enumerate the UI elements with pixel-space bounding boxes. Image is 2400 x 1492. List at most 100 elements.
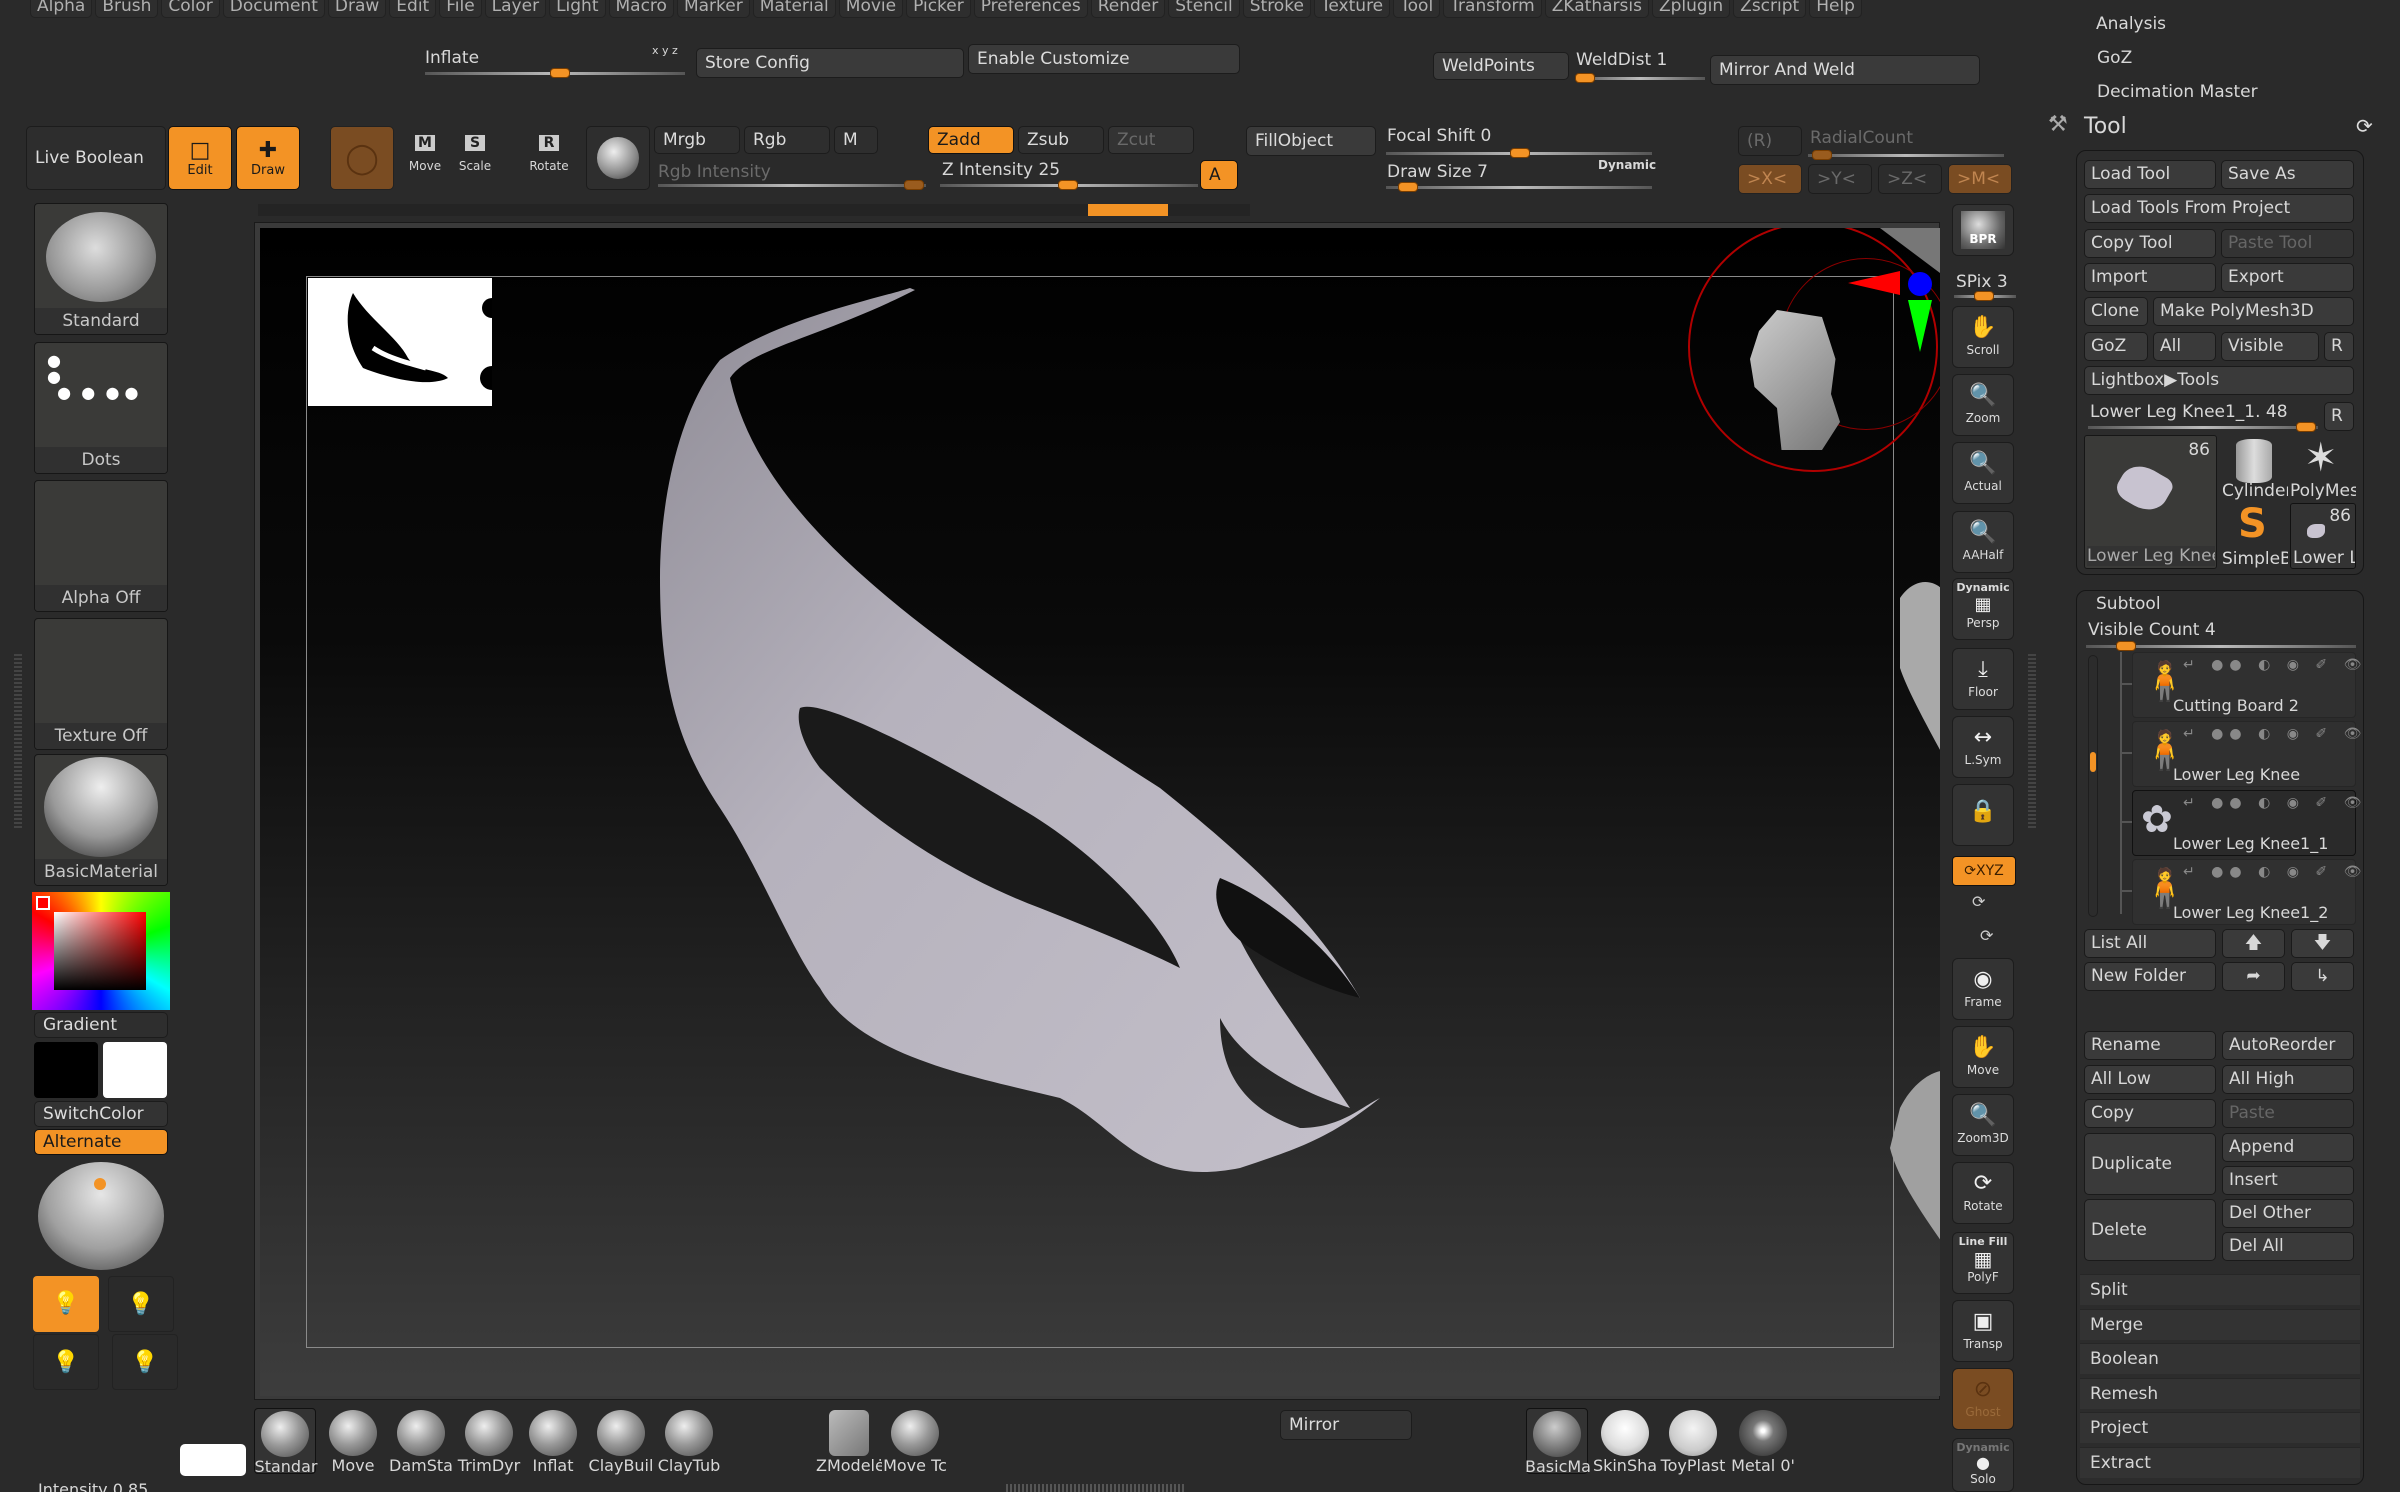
menu-marker[interactable]: Marker bbox=[676, 0, 750, 18]
subpalette-remesh[interactable]: Remesh bbox=[2080, 1377, 2360, 1409]
menu-render[interactable]: Render bbox=[1090, 0, 1166, 18]
gizmo-x-axis-icon[interactable] bbox=[1848, 271, 1900, 295]
all-low-button[interactable]: All Low bbox=[2084, 1065, 2216, 1094]
subpalette-project[interactable]: Project bbox=[2080, 1412, 2360, 1443]
subtool-scroll-thumb[interactable] bbox=[2090, 752, 2096, 772]
zmodeler-shelf-item[interactable]: Move Tc bbox=[883, 1408, 947, 1475]
menu-picker[interactable]: Picker bbox=[906, 0, 971, 18]
load-tools-from-project-button[interactable]: Load Tools From Project bbox=[2084, 194, 2354, 223]
move-down-button[interactable]: 🡇 bbox=[2291, 929, 2354, 958]
document-canvas[interactable] bbox=[260, 228, 1940, 1396]
draw-button[interactable]: ✚ Draw bbox=[236, 126, 300, 190]
subpalette-split[interactable]: Split bbox=[2080, 1274, 2360, 1305]
radial-count-slider[interactable] bbox=[1808, 150, 2004, 160]
y-rotate-button[interactable]: ⟳ bbox=[1972, 892, 1985, 911]
active-document-tab[interactable] bbox=[1088, 204, 1168, 216]
tool-thumb-cylinder[interactable]: Cylinder bbox=[2222, 435, 2288, 501]
menu-document[interactable]: Document bbox=[222, 0, 325, 18]
menu-movie[interactable]: Movie bbox=[838, 0, 904, 18]
draw-size-slider[interactable] bbox=[1386, 182, 1652, 192]
sym-y-button[interactable]: >Y< bbox=[1808, 164, 1872, 194]
light-2-button[interactable]: 💡 bbox=[108, 1276, 174, 1332]
copy-subtool-button[interactable]: Copy bbox=[2084, 1099, 2216, 1128]
sym-z-button[interactable]: >Z< bbox=[1878, 164, 1942, 194]
mrgb-button[interactable]: Mrgb bbox=[654, 126, 740, 154]
mirror-button[interactable]: Mirror bbox=[1280, 1410, 1412, 1440]
texture-thumb[interactable]: Texture Off bbox=[34, 618, 168, 750]
sym-x-button[interactable]: >X< bbox=[1738, 164, 1802, 194]
subtool-toggle-icons[interactable]: ↵ ●● ◐ ◉ ✐ 👁 bbox=[2183, 795, 2367, 811]
weld-dist-slider[interactable] bbox=[1575, 73, 1705, 83]
goz-r-button[interactable]: R bbox=[2324, 332, 2354, 361]
goz-button[interactable]: GoZ bbox=[2084, 332, 2148, 361]
scroll-button[interactable]: ✋ Scroll bbox=[1952, 306, 2014, 368]
tool-thumb-polymesh[interactable]: ✶ PolyMes bbox=[2290, 435, 2356, 501]
camera-lock-button[interactable]: 🔒 bbox=[1952, 784, 2014, 846]
menu-goz[interactable]: GoZ bbox=[2097, 48, 2132, 68]
xyz-rotate-button[interactable]: ⟳XYZ bbox=[1952, 856, 2016, 886]
new-folder-button[interactable]: New Folder bbox=[2084, 962, 2216, 991]
radial-r-button[interactable]: (R) bbox=[1738, 126, 1802, 156]
menu-alpha[interactable]: Alpha bbox=[30, 0, 93, 18]
transp-button[interactable]: ▣ Transp bbox=[1952, 1300, 2014, 1362]
polyf-button[interactable]: Line Fill ▦ PolyF bbox=[1952, 1232, 2014, 1294]
save-as-button[interactable]: Save As bbox=[2221, 160, 2354, 189]
rgb-intensity-slider[interactable] bbox=[658, 180, 926, 190]
sym-m-button[interactable]: >M< bbox=[1948, 164, 2012, 194]
move-up-button[interactable]: 🡅 bbox=[2222, 929, 2285, 958]
menu-material[interactable]: Material bbox=[752, 0, 836, 18]
reset-icon[interactable]: ⟳ bbox=[2356, 114, 2373, 138]
material-shelf-item[interactable]: ToyPlast bbox=[1661, 1408, 1725, 1475]
zadd-button[interactable]: Zadd bbox=[928, 126, 1014, 154]
light-1-button[interactable]: 💡 bbox=[33, 1276, 99, 1332]
bpr-button[interactable]: BPR bbox=[1952, 204, 2014, 256]
goz-all-button[interactable]: All bbox=[2153, 332, 2216, 361]
del-other-button[interactable]: Del Other bbox=[2222, 1199, 2354, 1228]
lsym-button[interactable]: ↔ L.Sym bbox=[1952, 716, 2014, 778]
brush-shelf-item[interactable]: ClayBuil bbox=[589, 1408, 653, 1475]
menu-stencil[interactable]: Stencil bbox=[1168, 0, 1240, 18]
move-view-button[interactable]: ✋ Move bbox=[1952, 1026, 2014, 1088]
menu-decimation-master[interactable]: Decimation Master bbox=[2097, 82, 2258, 102]
brush-shelf-item[interactable]: Inflat bbox=[522, 1408, 584, 1475]
menu-color[interactable]: Color bbox=[161, 0, 220, 18]
dynamic-label[interactable]: Dynamic bbox=[1598, 158, 1656, 172]
tool-thumb-simplebrush[interactable]: S SimpleB bbox=[2222, 501, 2288, 569]
enable-customize-button[interactable]: Enable Customize bbox=[968, 44, 1240, 74]
menu-help[interactable]: Help bbox=[1809, 0, 1862, 18]
all-high-button[interactable]: All High bbox=[2222, 1065, 2354, 1094]
menu-transform[interactable]: Transform bbox=[1443, 0, 1542, 18]
z-rotate-button[interactable]: ⟳ bbox=[1980, 926, 1993, 945]
menu-file[interactable]: File bbox=[439, 0, 482, 18]
saturation-value-square[interactable] bbox=[54, 912, 146, 990]
brush-shelf-item[interactable]: TrimDyr bbox=[458, 1408, 520, 1475]
alpha-thumb[interactable]: Alpha Off bbox=[34, 480, 168, 612]
brush-shelf-item[interactable]: DamSta bbox=[389, 1408, 453, 1475]
del-all-button[interactable]: Del All bbox=[2222, 1232, 2354, 1261]
bottom-shelf-collapse-handle[interactable] bbox=[1006, 1484, 1186, 1492]
menu-layer[interactable]: Layer bbox=[484, 0, 547, 18]
stroke-thumb[interactable]: ● ● ● ● ● ● Dots bbox=[34, 342, 168, 474]
subtool-list-scrollbar[interactable] bbox=[2088, 655, 2098, 917]
gizmo-z-axis-icon[interactable] bbox=[1908, 272, 1932, 296]
zcut-button[interactable]: Zcut bbox=[1108, 126, 1194, 154]
folder-move-down-button[interactable]: ↳ bbox=[2291, 962, 2354, 991]
subtool-title[interactable]: Subtool bbox=[2096, 594, 2161, 614]
paste-tool-button[interactable]: Paste Tool bbox=[2221, 229, 2354, 258]
light-color-swatch[interactable] bbox=[180, 1444, 246, 1476]
paste-subtool-button[interactable]: Paste bbox=[2222, 1099, 2354, 1128]
menu-analysis[interactable]: Analysis bbox=[2096, 14, 2166, 34]
subpalette-extract[interactable]: Extract bbox=[2080, 1446, 2360, 1478]
menu-tool[interactable]: Tool bbox=[1393, 0, 1441, 18]
spix-slider[interactable] bbox=[1954, 291, 2016, 301]
floor-button[interactable]: ⤓ Floor bbox=[1952, 648, 2014, 710]
light-position-dot[interactable] bbox=[94, 1178, 106, 1190]
light-4-button[interactable]: 💡 bbox=[112, 1334, 178, 1390]
subtool-toggle-icons[interactable]: ↵ ●● ◐ ◉ ✐ 👁 bbox=[2183, 657, 2367, 673]
copy-tool-button[interactable]: Copy Tool bbox=[2084, 229, 2216, 258]
material-shelf-item[interactable]: SkinSha bbox=[1593, 1408, 1657, 1475]
list-all-button[interactable]: List All bbox=[2084, 929, 2216, 958]
rotate-view-button[interactable]: ⟳ Rotate bbox=[1952, 1162, 2014, 1224]
material-sphere-button[interactable] bbox=[586, 126, 650, 190]
secondary-color-swatch[interactable] bbox=[34, 1042, 98, 1098]
